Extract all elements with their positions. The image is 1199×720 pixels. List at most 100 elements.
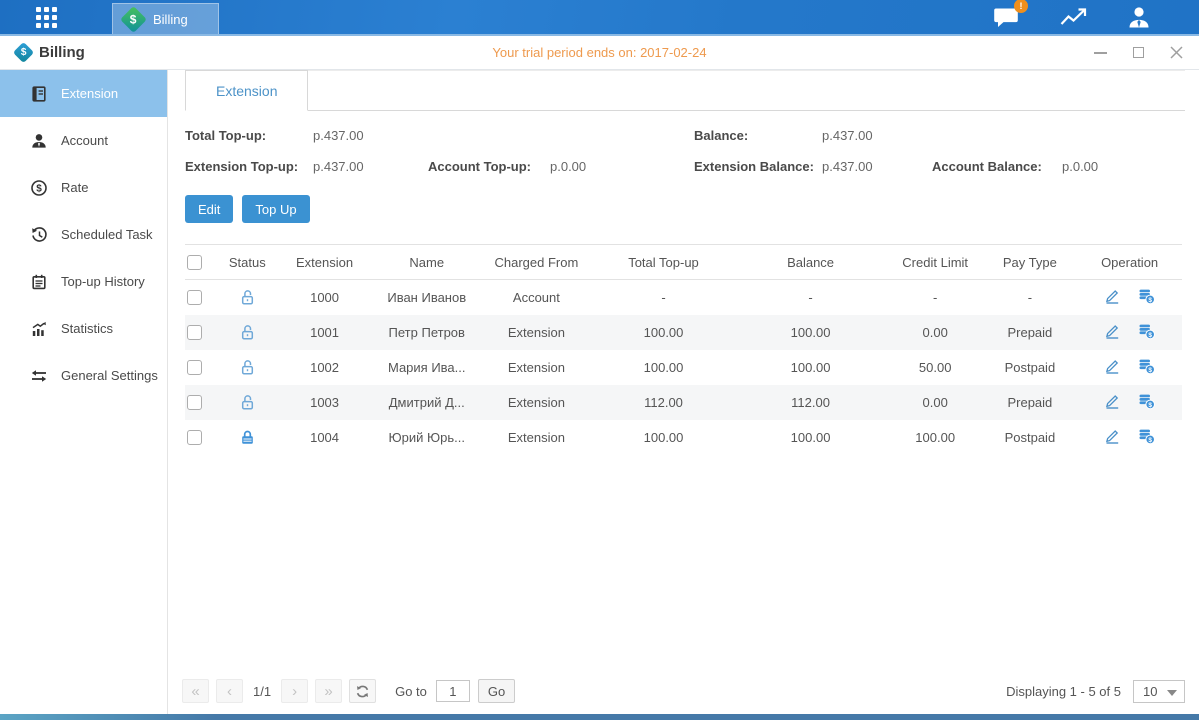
cell-charged-from: Extension — [479, 420, 594, 455]
edit-icon[interactable] — [1103, 357, 1121, 375]
edit-icon[interactable] — [1103, 322, 1121, 340]
maximize-icon[interactable] — [1131, 46, 1145, 60]
table-row: 1002Мария Ива...Extension100.00100.0050.… — [185, 350, 1182, 385]
cell-name: Петр Петров — [374, 315, 479, 350]
row-checkbox[interactable] — [187, 325, 202, 340]
edit-icon[interactable] — [1103, 287, 1121, 305]
lock-open-icon — [238, 323, 257, 342]
sidebar-item-top-up-history[interactable]: Top-up History — [0, 258, 167, 305]
cell-extension: 1001 — [275, 315, 375, 350]
trial-notice: Your trial period ends on: 2017-02-24 — [0, 45, 1199, 60]
sidebar-item-label: Rate — [61, 180, 88, 195]
dropdown-arrow-icon — [1167, 690, 1177, 696]
total-topup-label: Total Top-up: — [185, 128, 313, 143]
row-checkbox[interactable] — [187, 290, 202, 305]
scheduled-task-icon — [30, 226, 48, 244]
last-page-button[interactable]: » — [315, 679, 342, 703]
lock-open-icon — [238, 288, 257, 307]
topup-history-icon — [30, 273, 48, 291]
select-all-checkbox[interactable] — [187, 255, 202, 270]
cell-extension: 1002 — [275, 350, 375, 385]
refresh-icon[interactable] — [349, 679, 376, 703]
go-button[interactable]: Go — [478, 679, 515, 703]
sidebar-item-label: Account — [61, 133, 108, 148]
pagination-bar: « ‹ 1/1 › » Go to Go Displaying 1 - 5 of… — [182, 679, 1185, 703]
cell-balance: 112.00 — [733, 385, 888, 420]
notifications-icon[interactable]: ! — [994, 6, 1020, 29]
cell-total-topup: 112.00 — [594, 385, 734, 420]
goto-label: Go to — [395, 684, 427, 699]
cell-name: Дмитрий Д... — [374, 385, 479, 420]
tab-extension[interactable]: Extension — [185, 70, 308, 111]
topup-icon[interactable]: $ — [1137, 287, 1156, 305]
row-checkbox[interactable] — [187, 395, 202, 410]
prev-page-button[interactable]: ‹ — [216, 679, 243, 703]
svg-text:$: $ — [1148, 331, 1152, 338]
lock-open-icon — [238, 393, 257, 412]
topup-icon[interactable]: $ — [1137, 322, 1156, 340]
sidebar-item-extension[interactable]: Extension — [0, 70, 167, 117]
column-header-name: Name — [374, 245, 479, 280]
topbar-tab-label: Billing — [153, 12, 188, 27]
general-settings-icon — [30, 367, 48, 385]
first-page-button[interactable]: « — [182, 679, 209, 703]
cell-balance: 100.00 — [733, 350, 888, 385]
cell-balance: 100.00 — [733, 420, 888, 455]
window-bottom-edge — [0, 714, 1199, 720]
sidebar-item-scheduled-task[interactable]: Scheduled Task — [0, 211, 167, 258]
topup-icon[interactable]: $ — [1137, 427, 1156, 445]
sidebar-item-label: General Settings — [61, 368, 158, 383]
cell-credit-limit: 0.00 — [888, 315, 983, 350]
extension-topup-label: Extension Top-up: — [185, 159, 313, 174]
edit-button[interactable]: Edit — [185, 195, 233, 223]
sidebar-item-general-settings[interactable]: General Settings — [0, 352, 167, 399]
rate-icon: $ — [30, 179, 48, 197]
cell-total-topup: 100.00 — [594, 420, 734, 455]
resource-monitor-icon[interactable] — [1060, 6, 1087, 28]
sidebar-item-label: Statistics — [61, 321, 113, 336]
cell-pay-type: Prepaid — [983, 315, 1078, 350]
cell-charged-from: Extension — [479, 315, 594, 350]
app-grid-icon[interactable] — [36, 7, 57, 28]
notification-badge: ! — [1014, 0, 1028, 13]
total-topup-value: p.437.00 — [313, 128, 364, 143]
edit-icon[interactable] — [1103, 392, 1121, 410]
cell-balance: - — [733, 280, 888, 315]
column-header-extension: Extension — [275, 245, 375, 280]
close-icon[interactable] — [1169, 46, 1183, 60]
titlebar: $ Billing Your trial period ends on: 201… — [0, 36, 1199, 70]
sidebar-item-label: Extension — [61, 86, 118, 101]
user-account-icon[interactable] — [1127, 6, 1151, 29]
cell-pay-type: - — [983, 280, 1078, 315]
billing-window: $ Billing ! $ Billing Your trial period … — [0, 0, 1199, 720]
topup-button[interactable]: Top Up — [242, 195, 309, 223]
billing-diamond-icon: $ — [120, 6, 147, 33]
goto-page-input[interactable] — [436, 680, 470, 702]
sidebar-item-account[interactable]: Account — [0, 117, 167, 164]
cell-pay-type: Prepaid — [983, 385, 1078, 420]
topup-icon[interactable]: $ — [1137, 392, 1156, 410]
svg-text:$: $ — [1148, 366, 1152, 373]
row-checkbox[interactable] — [187, 360, 202, 375]
lock-closed-icon — [238, 428, 257, 447]
extension-balance-value: p.437.00 — [822, 159, 932, 174]
row-checkbox[interactable] — [187, 430, 202, 445]
svg-text:$: $ — [1148, 297, 1152, 304]
sidebar-item-statistics[interactable]: Statistics — [0, 305, 167, 352]
sidebar-item-rate[interactable]: $ Rate — [0, 164, 167, 211]
page-size-select[interactable]: 10 — [1133, 680, 1185, 703]
edit-icon[interactable] — [1103, 427, 1121, 445]
minimize-icon[interactable] — [1093, 46, 1107, 60]
topbar-billing-tab[interactable]: $ Billing — [112, 3, 219, 34]
topbar: $ Billing ! — [0, 0, 1199, 36]
sidebar: Extension Account $ Rate Scheduled Task … — [0, 70, 168, 714]
table-row: 1004Юрий Юрь...Extension100.00100.00100.… — [185, 420, 1182, 455]
content-panel: Extension Total Top-up: p.437.00 Extensi… — [168, 70, 1199, 714]
window-title: $ Billing — [16, 44, 85, 61]
account-balance-label: Account Balance: — [932, 159, 1062, 174]
cell-credit-limit: - — [888, 280, 983, 315]
column-header-balance: Balance — [733, 245, 888, 280]
tabstrip: Extension — [182, 70, 1185, 111]
topup-icon[interactable]: $ — [1137, 357, 1156, 375]
next-page-button[interactable]: › — [281, 679, 308, 703]
